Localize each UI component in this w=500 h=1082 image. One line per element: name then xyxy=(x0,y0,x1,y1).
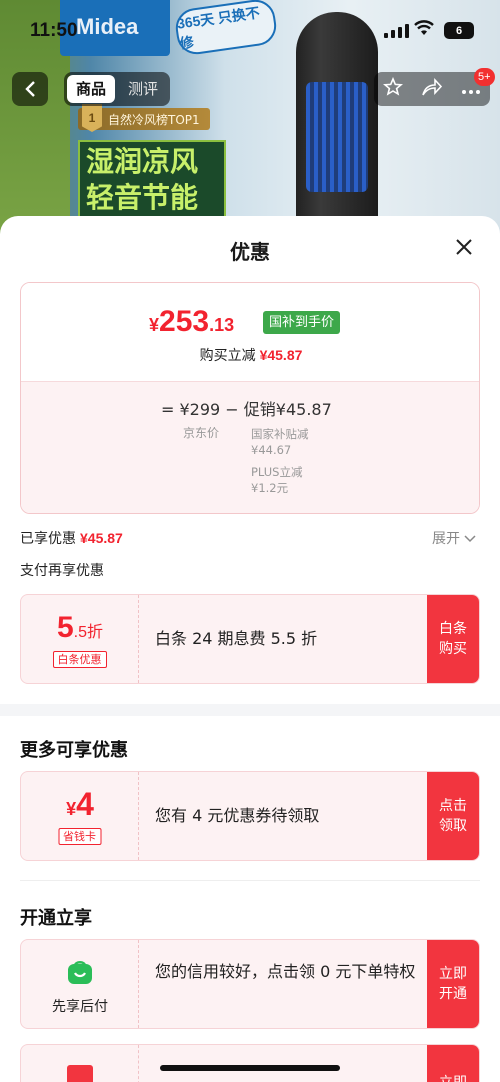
baitiao-discount: 5.5折 xyxy=(21,611,139,645)
star-icon[interactable] xyxy=(382,76,404,102)
paylater-desc: 您的信用较好，点击领 0 元下单特权 xyxy=(155,962,416,981)
ranking-text: 自然冷风榜TOP1 xyxy=(108,112,200,127)
reduce-amount: ¥45.87 xyxy=(259,347,303,363)
baitiao-buy-button[interactable]: 白条购买 xyxy=(427,595,479,683)
back-button[interactable] xyxy=(12,72,48,106)
chevron-down-icon xyxy=(464,535,476,543)
partial-card[interactable]: 立即 xyxy=(20,1044,480,1082)
nav-actions xyxy=(374,72,490,106)
open-paylater-button[interactable]: 立即开通 xyxy=(427,940,479,1028)
price-decimal: .13 xyxy=(209,315,235,335)
expand-label: 展开 xyxy=(432,531,460,547)
signal-icon xyxy=(384,24,409,38)
open-benefits-title: 开通立享 xyxy=(20,908,92,929)
reduce-label: 购买立减 xyxy=(199,348,256,364)
baitiao-coupon[interactable]: 5.5折 白条优惠 白条 24 期息费 5.5 折 白条购买 xyxy=(20,594,480,684)
share-icon[interactable] xyxy=(421,77,443,102)
pay-more-label: 支付再享优惠 xyxy=(20,563,104,579)
baitiao-big: 5 xyxy=(56,611,74,644)
card-icon xyxy=(67,1065,93,1082)
more-discounts-title: 更多可享优惠 xyxy=(20,740,128,761)
subsidy-label: 国家补贴减 xyxy=(251,427,309,441)
price-formula: = ¥299 − 促销¥45.87 xyxy=(161,400,332,419)
paylater-card[interactable]: 先享后付 您的信用较好，点击领 0 元下单特权 立即开通 xyxy=(20,939,480,1029)
slogan-line-1: 湿润凉风 xyxy=(86,145,199,178)
price-integer: 253 xyxy=(159,305,210,338)
reduce-line: 购买立减 ¥45.87 xyxy=(21,345,479,365)
back-icon xyxy=(25,81,35,97)
paylater-left: 先享后付 xyxy=(21,940,139,1028)
final-price: ¥253.13 xyxy=(149,305,234,339)
partial-action-button[interactable]: 立即 xyxy=(427,1045,479,1082)
message-badge: 5+ xyxy=(474,68,495,86)
enjoyed-discount: 已享优惠 ¥45.87 xyxy=(20,528,123,548)
battery-icon: 6 xyxy=(444,22,474,39)
enjoyed-label: 已享优惠 xyxy=(20,531,76,547)
thin-divider xyxy=(20,880,480,881)
partial-left xyxy=(21,1045,139,1082)
coupon-card[interactable]: ¥4 省钱卡 您有 4 元优惠券待领取 点击领取 xyxy=(20,771,480,861)
price-card-top: ¥253.13 国补到手价 购买立减 ¥45.87 xyxy=(21,283,479,381)
price-card: ¥253.13 国补到手价 购买立减 ¥45.87 = ¥299 − 促销¥45.… xyxy=(20,282,480,514)
product-grill xyxy=(306,82,368,192)
coupon-left: ¥4 省钱卡 xyxy=(21,772,139,860)
sheet-title: 优惠 xyxy=(230,240,270,264)
slogan: 湿润凉风 轻音节能 xyxy=(78,140,226,218)
ranking-badge: 1 自然冷风榜TOP1 xyxy=(78,104,210,132)
baitiao-tag: 白条优惠 xyxy=(52,651,107,668)
status-bar: 11:50 6 xyxy=(0,0,500,60)
paylater-label: 先享后付 xyxy=(52,999,108,1015)
close-button[interactable] xyxy=(450,234,478,262)
discount-sheet: 优惠 ¥253.13 国补到手价 购买立减 ¥45.87 = ¥299 − 促销¥… xyxy=(0,216,500,1082)
subsidy-price-tag: 国补到手价 xyxy=(263,311,341,334)
wifi-icon xyxy=(414,20,434,41)
coupon-desc: 您有 4 元优惠券待领取 xyxy=(155,806,320,825)
coupon-value: ¥4 xyxy=(21,786,139,823)
plus-label: PLUS立减 xyxy=(251,465,303,479)
price-breakdown: = ¥299 − 促销¥45.87 京东价 国家补贴减 ¥44.67 PLUS立… xyxy=(21,381,479,513)
baitiao-small: .5折 xyxy=(73,624,104,641)
coupon-tag: 省钱卡 xyxy=(58,828,101,845)
home-indicator xyxy=(160,1065,340,1071)
tab-product[interactable]: 商品 xyxy=(67,75,116,103)
coupon-big: 4 xyxy=(76,786,94,822)
baitiao-left: 5.5折 白条优惠 xyxy=(21,595,139,683)
nav-tabs: 商品 测评 xyxy=(64,72,171,106)
tab-review[interactable]: 测评 xyxy=(119,75,167,103)
status-time: 11:50 xyxy=(30,20,78,41)
section-divider xyxy=(0,704,500,716)
baitiao-desc: 白条 24 期息费 5.5 折 xyxy=(155,629,318,648)
price-currency: ¥ xyxy=(149,315,160,335)
jd-price-label: 京东价 xyxy=(183,426,220,440)
subsidy-amount: ¥44.67 xyxy=(251,443,292,457)
claim-coupon-button[interactable]: 点击领取 xyxy=(427,772,479,860)
expand-button[interactable]: 展开 xyxy=(432,528,476,548)
plus-amount: ¥1.2元 xyxy=(251,481,289,495)
slogan-line-2: 轻音节能 xyxy=(86,181,199,214)
coupon-currency: ¥ xyxy=(66,799,77,819)
enjoyed-amount: ¥45.87 xyxy=(80,530,123,546)
close-icon xyxy=(456,239,472,255)
medal-icon: 1 xyxy=(82,104,102,132)
shopping-bag-icon xyxy=(66,958,94,986)
